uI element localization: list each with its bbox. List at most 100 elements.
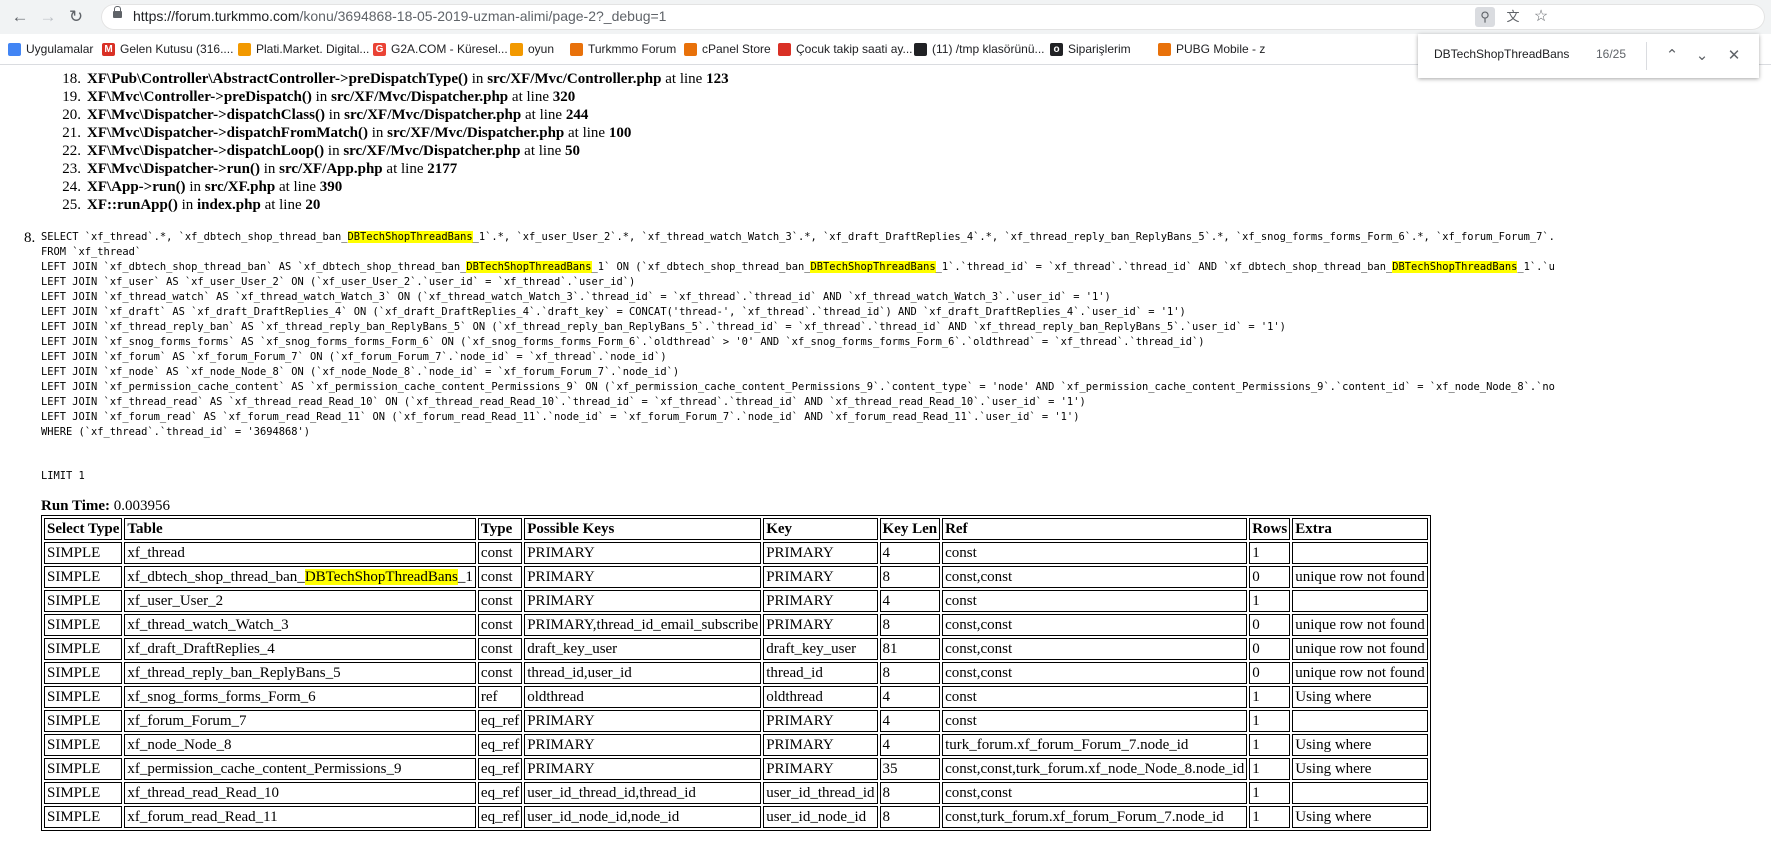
sql-line: LEFT JOIN `xf_thread_watch` AS `xf_threa… [41, 291, 1111, 303]
table-cell: 1 [1249, 542, 1291, 564]
table-cell: Using where [1292, 806, 1428, 828]
table-cell: eq_ref [477, 806, 523, 828]
stack-trace-item: 23. XF\Mvc\Dispatcher->run() in src/XF/Ap… [56, 160, 729, 178]
url-text[interactable]: https://forum.turkmmo.com/konu/3694868-1… [133, 8, 666, 24]
find-bar: DBTechShopThreadBans 16/25 ⌃ ⌄ ✕ [1418, 34, 1759, 78]
table-cell: const [942, 710, 1248, 732]
bookmark-item[interactable]: Turkmmo Forum [570, 41, 676, 57]
table-cell: thread_id,user_id [524, 662, 762, 684]
table-cell: SIMPLE [44, 662, 123, 684]
stack-trace-function: XF\Mvc\Dispatcher->dispatchClass() [87, 107, 325, 123]
table-cell: 8 [879, 566, 941, 588]
sql-line: LEFT JOIN `xf_forum_read` AS `xf_forum_r… [41, 411, 1080, 423]
bookmark-label[interactable]: Siparişlerim [1068, 42, 1131, 56]
bookmark-favicon-icon: M [102, 42, 115, 56]
bookmark-item[interactable]: (11) /tmp klasörünü... [914, 41, 1045, 57]
stack-trace-item: 25. XF::runApp() in index.php at line 20 [56, 196, 729, 214]
bookmark-item[interactable]: Çocuk takip saati ay... [778, 41, 913, 57]
table-cell: 4 [879, 686, 941, 708]
table-cell [1292, 590, 1428, 612]
lock-icon[interactable] [113, 6, 122, 18]
bookmark-label[interactable]: Plati.Market. Digital... [256, 42, 369, 56]
address-bar[interactable]: https://forum.turkmmo.com/konu/3694868-1… [101, 4, 1765, 30]
back-icon[interactable]: ← [10, 7, 30, 27]
table-cell: 4 [879, 542, 941, 564]
table-row: SIMPLE xf_dbtech_shop_thread_ban_DBTechSh… [44, 566, 1428, 588]
table-row: SIMPLE xf_draft_DraftReplies_4 const draft_… [44, 638, 1428, 660]
table-cell: xf_thread_reply_ban_ReplyBans_5 [124, 662, 476, 684]
bookmark-item[interactable]: o Siparişlerim [1050, 41, 1131, 57]
find-next-icon[interactable]: ⌄ [1692, 46, 1712, 66]
sql-line: LEFT JOIN `xf_snog_forms_forms` AS `xf_s… [41, 336, 1205, 348]
sql-line: FROM `xf_thread` [41, 246, 142, 258]
table-row: SIMPLE xf_user_User_2 const PRIMARY PRIMARY 4… [44, 590, 1428, 612]
stack-trace-line: 100 [608, 125, 632, 141]
bookmark-item[interactable]: PUBG Mobile - z [1158, 41, 1265, 57]
table-cell: SIMPLE [44, 590, 123, 612]
table-cell: user_id_thread_id,thread_id [524, 782, 762, 804]
bookmark-item[interactable]: Uygulamalar [8, 41, 93, 57]
table-cell: const,const [942, 782, 1248, 804]
translate-icon[interactable]: 文 [1503, 7, 1523, 27]
table-cell: PRIMARY [763, 734, 878, 756]
table-cell: 0 [1249, 662, 1291, 684]
table-cell: Using where [1292, 734, 1428, 756]
bookmark-item[interactable]: M Gelen Kutusu (316.... [102, 41, 233, 57]
bookmark-label[interactable]: cPanel Store [702, 42, 771, 56]
table-cell: user_id_node_id [763, 806, 878, 828]
table-cell: 1 [1249, 806, 1291, 828]
table-cell: unique row not found [1292, 614, 1428, 636]
table-cell: draft_key_user [524, 638, 762, 660]
reload-icon[interactable]: ↻ [66, 7, 86, 27]
bookmark-label[interactable]: Turkmmo Forum [588, 42, 676, 56]
stack-trace-item: 21. XF\Mvc\Dispatcher->dispatchFromMatch(… [56, 124, 729, 142]
table-row: SIMPLE xf_permission_cache_content_Permis… [44, 758, 1428, 780]
stack-trace-line: 50 [565, 143, 580, 159]
bookmark-item[interactable]: cPanel Store [684, 41, 771, 57]
find-match-count: 16/25 [1596, 47, 1627, 61]
table-cell: 1 [1249, 590, 1291, 612]
stack-trace-item: 18. XF\Pub\Controller\AbstractController-… [56, 70, 728, 88]
stack-trace-number: 20. [62, 107, 81, 123]
bookmark-label[interactable]: Çocuk takip saati ay... [796, 42, 913, 56]
browser-toolbar: ← → ↻ https://forum.turkmmo.com/konu/369… [0, 0, 1771, 34]
table-cell: 35 [879, 758, 941, 780]
table-cell: 81 [879, 638, 941, 660]
stack-trace-function: XF\Mvc\Dispatcher->run() [87, 161, 260, 177]
table-cell: const [942, 542, 1248, 564]
stack-trace-function: XF\Pub\Controller\AbstractController->pr… [87, 71, 469, 87]
find-close-icon[interactable]: ✕ [1724, 46, 1744, 66]
bookmark-item[interactable]: G G2A.COM - Küresel... [373, 41, 508, 57]
table-cell: xf_forum_read_Read_11 [124, 806, 476, 828]
table-cell: PRIMARY [763, 566, 878, 588]
stack-trace-line: 390 [319, 179, 343, 195]
bookmark-label[interactable]: oyun [528, 42, 554, 56]
find-previous-icon[interactable]: ⌃ [1662, 46, 1682, 66]
table-cell: 1 [1249, 734, 1291, 756]
bookmark-label[interactable]: Uygulamalar [26, 42, 93, 56]
table-cell: Using where [1292, 758, 1428, 780]
table-cell: user_id_thread_id [763, 782, 878, 804]
bookmark-label[interactable]: (11) /tmp klasörünü... [932, 42, 1045, 56]
bookmark-label[interactable]: G2A.COM - Küresel... [391, 42, 508, 56]
search-in-page-icon[interactable]: ⚲ [1475, 7, 1495, 27]
table-cell: 1 [1249, 686, 1291, 708]
table-cell: xf_user_User_2 [124, 590, 476, 612]
table-cell: const,const [942, 614, 1248, 636]
bookmark-label[interactable]: PUBG Mobile - z [1176, 42, 1265, 56]
star-icon[interactable]: ☆ [1531, 7, 1551, 27]
table-cell: SIMPLE [44, 782, 123, 804]
bookmark-item[interactable]: Plati.Market. Digital... [238, 41, 369, 57]
forward-icon[interactable]: → [38, 7, 58, 27]
bookmark-favicon-icon [778, 42, 791, 56]
table-cell: SIMPLE [44, 734, 123, 756]
bookmark-item[interactable]: oyun [510, 41, 554, 57]
table-cell: xf_dbtech_shop_thread_ban_DBTechShopThre… [124, 566, 476, 588]
find-input[interactable]: DBTechShopThreadBans [1434, 47, 1569, 61]
table-cell: const [477, 614, 523, 636]
bookmark-label[interactable]: Gelen Kutusu (316.... [120, 42, 233, 56]
table-row: SIMPLE xf_thread_reply_ban_ReplyBans_5 con… [44, 662, 1428, 684]
table-cell: eq_ref [477, 734, 523, 756]
table-cell: 8 [879, 614, 941, 636]
table-cell: 4 [879, 590, 941, 612]
